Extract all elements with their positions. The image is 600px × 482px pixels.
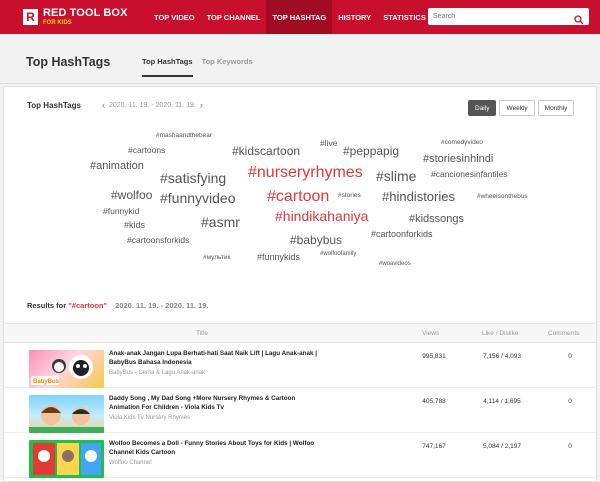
brand-subtitle: FOR KIDS xyxy=(43,20,72,26)
hashtag-wheelsonthebus[interactable]: #wheelsonthebus xyxy=(477,193,528,201)
tab-top-hashtags[interactable]: Top HashTags xyxy=(142,57,193,77)
hashtag-hindistories[interactable]: #hindistories xyxy=(382,190,455,203)
video-title[interactable]: Wolfoo Becomes a Doll - Funny Stories Ab… xyxy=(109,439,319,457)
results-heading: Results for "#cartoon" 2020. 11. 19. - 2… xyxy=(27,301,209,310)
results-date: 2020. 11. 19. - 2020. 11. 19. xyxy=(115,301,209,310)
hashtag-multik[interactable]: #мультик xyxy=(203,254,230,262)
hashtag-kidscartoon[interactable]: #kidscartoon xyxy=(232,145,300,157)
search-input[interactable] xyxy=(433,13,563,20)
column-comments[interactable]: Comments xyxy=(548,330,579,337)
main-nav: TOP VIDEO TOP CHANNEL TOP HASHTAG HISTOR… xyxy=(148,0,432,34)
video-title[interactable]: Daddy Song , My Dad Song +More Nursery R… xyxy=(109,394,319,412)
logo-mark: R xyxy=(23,9,38,25)
hashtag-asmr[interactable]: #asmr xyxy=(201,215,240,229)
hashtag-kidssongs[interactable]: #kidssongs xyxy=(409,214,464,225)
comments-value: 0 xyxy=(568,443,572,450)
nav-statistics[interactable]: STATISTICS xyxy=(377,0,432,34)
hashtag-wolfoofamily[interactable]: #wolfoofamily xyxy=(320,251,356,257)
video-thumbnail[interactable]: BabyBus xyxy=(29,350,104,388)
likes-value: 4,114 / 1,695 xyxy=(483,398,521,405)
comments-value: 0 xyxy=(568,353,572,360)
search-icon[interactable] xyxy=(574,12,584,24)
search-box xyxy=(428,8,589,25)
hashtag-hindikahaniya[interactable]: #hindikahaniya xyxy=(275,209,368,223)
table-row[interactable]: BabyBus Anak-anak Jangan Lupa Berhati-ha… xyxy=(4,344,596,388)
hashtag-funnykids[interactable]: #funnykids xyxy=(257,253,300,262)
column-likes[interactable]: Like / Dislike xyxy=(482,330,518,337)
hashtag-stories[interactable]: #stories xyxy=(338,192,361,200)
hashtag-funnyvideo[interactable]: #funnyvideo xyxy=(160,191,236,205)
hashtag-panel: Top HashTags ‹ 2020. 11. 19. - 2020. 11.… xyxy=(3,86,597,482)
nav-top-video[interactable]: TOP VIDEO xyxy=(148,0,201,34)
nav-top-hashtag[interactable]: TOP HASHTAG xyxy=(266,0,333,34)
results-table-header: Title Views Like / Dislike Comments xyxy=(4,323,596,343)
column-title[interactable]: Title xyxy=(196,330,208,337)
hashtag-cancionesinfantiles[interactable]: #cancionesinfantiles xyxy=(431,170,508,179)
views-value: 405,788 xyxy=(422,398,446,405)
channel-name[interactable]: Viola Kids Tv Nursery Rhymes xyxy=(109,415,190,421)
hashtag-comedyvideo[interactable]: #comedyvideo xyxy=(441,139,483,147)
page-title: Top HashTags xyxy=(26,55,111,69)
page-tabs: Top HashTags Top Keywords xyxy=(142,57,262,77)
hashtag-peppapig[interactable]: #peppapig xyxy=(343,145,399,157)
hashtag-kids[interactable]: #kids xyxy=(124,221,145,230)
hashtag-satisfying[interactable]: #satisfying xyxy=(160,171,226,185)
tab-top-keywords[interactable]: Top Keywords xyxy=(202,57,253,77)
hashtag-animation[interactable]: #animation xyxy=(90,161,144,172)
hashtag-cartoonsforkids[interactable]: #cartoonsforkids xyxy=(127,236,189,245)
video-title[interactable]: Anak-anak Jangan Lupa Berhati-hati Saat … xyxy=(109,349,319,367)
comments-value: 0 xyxy=(568,398,572,405)
hashtag-mashaandthebear[interactable]: #mashaandthebear xyxy=(156,132,212,140)
channel-name[interactable]: BabyBus - Cerita & Lagu Anak-anak xyxy=(109,370,205,376)
results-prefix: Results for xyxy=(27,301,67,310)
thumb-caption: BabyBus xyxy=(33,379,60,385)
brand-logo[interactable]: R RED TOOL BOX FOR KIDS xyxy=(23,8,138,26)
table-row[interactable]: Wolfoo Becomes a Doll - Funny Stories Ab… xyxy=(4,434,596,478)
top-navbar: R RED TOOL BOX FOR KIDS TOP VIDEO TOP CH… xyxy=(0,0,600,34)
channel-name[interactable]: Wolfoo Channel xyxy=(109,460,152,466)
hashtag-wolfoo[interactable]: #wolfoo xyxy=(111,189,152,201)
views-value: 995,831 xyxy=(422,353,446,360)
hashtag-storiesinhindi[interactable]: #storiesinhindi xyxy=(423,154,493,165)
hashtag-babybus[interactable]: #babybus xyxy=(290,234,342,246)
brand-title: RED TOOL BOX xyxy=(43,7,128,19)
hashtag-slime[interactable]: #slime xyxy=(376,169,416,183)
hashtag-woavideos[interactable]: #woavideos xyxy=(379,261,411,267)
column-views[interactable]: Views xyxy=(422,330,439,337)
hashtag-live[interactable]: #live xyxy=(320,139,337,148)
hashtag-cartoons[interactable]: #cartoons xyxy=(128,146,165,155)
table-row[interactable]: Daddy Song , My Dad Song +More Nursery R… xyxy=(4,389,596,433)
video-thumbnail[interactable] xyxy=(29,395,104,433)
likes-value: 5,084 / 2,197 xyxy=(483,443,521,450)
hashtag-cartoonforkids[interactable]: #cartoonforkids xyxy=(371,230,433,239)
hashtag-cartoon[interactable]: #cartoon xyxy=(267,189,329,205)
hashtag-nurseryrhymes[interactable]: #nurseryrhymes xyxy=(248,165,363,181)
video-thumbnail[interactable] xyxy=(29,440,104,478)
nav-top-channel[interactable]: TOP CHANNEL xyxy=(201,0,267,34)
results-query: "#cartoon" xyxy=(68,301,108,310)
views-value: 747,167 xyxy=(422,443,446,450)
hashtag-cloud: #mashaandthebear #cartoons #kidscartoon … xyxy=(4,87,598,287)
nav-history[interactable]: HISTORY xyxy=(332,0,377,34)
likes-value: 7,156 / 4,093 xyxy=(483,353,521,360)
header-divider xyxy=(0,83,600,84)
hashtag-funnykid[interactable]: #funnykid xyxy=(103,207,139,216)
